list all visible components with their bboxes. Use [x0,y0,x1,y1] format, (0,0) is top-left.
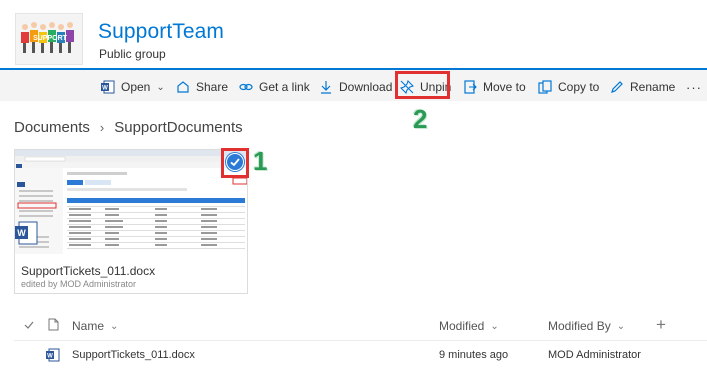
select-all-check-icon[interactable] [24,320,34,330]
share-label: Share [196,80,229,94]
chevron-down-icon: ⌄ [616,320,626,332]
list-header: Name ⌄ Modified ⌄ Modified By ⌄ + [0,312,707,340]
svg-text:W: W [47,354,53,360]
row-file-name[interactable]: SupportTickets_011.docx [72,349,195,361]
column-modified[interactable]: Modified ⌄ [439,319,499,333]
tile-edited-by: edited by MOD Administrator [21,279,137,289]
word-icon: W [101,80,115,94]
thumbnail-preview-icon: W [15,150,247,254]
logo-figures-icon: SUPPORT [21,22,74,53]
column-name-label: Name [72,319,105,333]
column-modified-by[interactable]: Modified By ⌄ [548,319,625,333]
share-button[interactable]: Share [176,77,228,97]
rename-label: Rename [630,80,676,94]
add-column-button[interactable]: + [656,315,666,335]
svg-text:W: W [102,86,108,92]
rename-button[interactable]: Rename [610,77,675,97]
file-thumbnail: W [15,150,247,254]
callout-two: 2 [413,104,428,134]
site-subtitle: Public group [99,47,166,61]
word-file-icon: W [46,348,60,365]
open-label: Open [121,80,151,94]
row-modified: 9 minutes ago [439,349,509,361]
group-logo[interactable]: SUPPORT [15,13,83,65]
move-to-label: Move to [483,80,526,94]
chevron-down-icon: ⌄ [490,320,499,332]
site-title[interactable]: SupportTeam [98,20,224,44]
download-button[interactable]: Download [319,77,392,97]
open-button[interactable]: W Open ⌄ [101,77,165,97]
unpin-highlight-box [395,71,450,99]
breadcrumb-documents[interactable]: Documents [14,119,90,136]
chevron-down-icon: ⌄ [110,320,119,332]
table-row[interactable]: W SupportTickets_011.docx 9 minutes ago … [0,344,707,368]
svg-text:W: W [17,228,26,238]
copy-to-button[interactable]: Copy to [538,77,599,97]
selected-check-icon[interactable] [226,153,244,171]
copy-to-label: Copy to [558,80,600,94]
list-divider [14,340,707,341]
file-type-icon [48,318,59,331]
row-modified-by: MOD Administrator [548,349,641,361]
file-tile[interactable]: W SupportTickets_011.docx edited by MOD … [14,149,248,294]
download-icon [319,80,333,94]
move-to-button[interactable]: Move to [463,77,526,97]
pencil-icon [610,80,624,94]
breadcrumb: Documents › SupportDocuments [14,119,243,136]
column-modified-by-label: Modified By [548,319,611,333]
tile-file-name[interactable]: SupportTickets_011.docx [21,264,155,278]
callout-one: 1 [253,146,268,176]
more-button[interactable]: ··· [686,77,702,97]
logo-text: SUPPORT [33,35,68,42]
column-modified-label: Modified [439,319,485,333]
column-name[interactable]: Name ⌄ [72,319,118,333]
chevron-down-icon: ⌄ [156,81,165,93]
link-icon [239,80,253,94]
download-label: Download [339,80,393,94]
move-to-icon [463,80,477,94]
breadcrumb-separator-icon: › [99,120,105,135]
share-icon [176,80,190,94]
site-header: SUPPORT SupportTeam Public group [0,0,707,68]
get-link-button[interactable]: Get a link [239,77,310,97]
command-bar: W Open ⌄ Share Get a link Download Unpin… [0,68,707,101]
breadcrumb-current: SupportDocuments [114,119,243,136]
get-link-label: Get a link [259,80,310,94]
copy-to-icon [538,80,552,94]
